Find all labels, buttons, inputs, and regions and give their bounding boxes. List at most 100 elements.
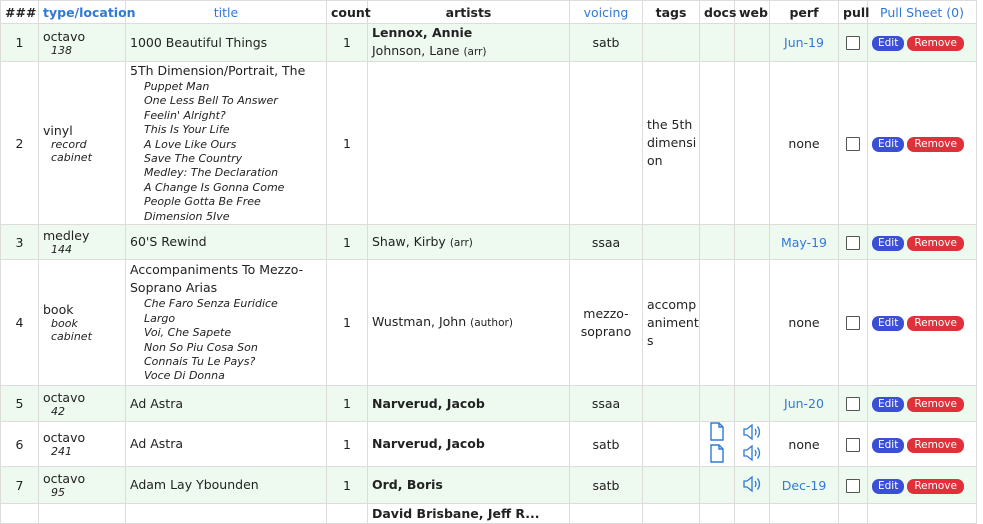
item-location: book cabinet <box>51 317 92 344</box>
count-cell: 1 <box>326 385 368 423</box>
remove-button[interactable]: Remove <box>907 316 964 332</box>
artist-name: Lennox, Annie <box>372 25 473 40</box>
artists-cell: Shaw, Kirby (arr) <box>367 224 570 261</box>
artist-line: Ord, Boris <box>372 476 565 494</box>
count-cell: 1 <box>326 421 368 468</box>
perf-value: none <box>788 135 820 151</box>
voicing-cell: satb <box>569 421 643 468</box>
item-title: 5Th Dimension/Portrait, The <box>130 63 306 78</box>
artists-cell: Ord, Boris <box>367 466 570 505</box>
perf-value: none <box>788 315 820 331</box>
remove-button[interactable]: Remove <box>907 478 964 494</box>
type-location-header[interactable]: type/location <box>38 0 136 24</box>
type-location-cell: vinyl record cabinet <box>38 60 126 226</box>
perf-value: none <box>788 436 820 452</box>
remove-button[interactable]: Remove <box>907 397 964 413</box>
pull-checkbox[interactable] <box>846 437 860 452</box>
title-cell: Ad Astra <box>125 385 327 423</box>
web-cell <box>734 385 770 423</box>
document-icon[interactable] <box>704 444 730 466</box>
web-cell <box>734 259 770 387</box>
artist-line: Johnson, Lane (arr) <box>372 42 565 61</box>
artist-name: David Brisbane, Jeff R... <box>372 505 540 521</box>
item-type: vinyl <box>43 122 73 138</box>
pull-checkbox[interactable] <box>846 316 860 331</box>
artist-line: Wustman, John (author) <box>372 313 565 332</box>
speaker-icon[interactable] <box>739 444 765 465</box>
document-icon[interactable] <box>704 422 730 444</box>
item-title: Adam Lay Ybounden <box>130 477 259 493</box>
web-cell <box>734 466 770 505</box>
pull-sheet-link[interactable]: Pull Sheet (0) <box>867 0 977 24</box>
edit-button[interactable]: Edit <box>872 136 905 152</box>
item-title: 1000 Beautiful Things <box>130 34 268 50</box>
perf-cell: none <box>769 60 839 226</box>
edit-button[interactable]: Edit <box>872 316 905 332</box>
tags-cell <box>642 421 700 468</box>
docs-cell <box>699 60 735 226</box>
item-location: 138 <box>51 43 72 57</box>
perf-cell[interactable]: Jun-20 <box>769 385 839 423</box>
web-header: web <box>734 0 770 24</box>
title-header[interactable]: title <box>125 0 327 24</box>
item-location: 241 <box>51 445 72 459</box>
remove-button[interactable]: Remove <box>907 235 964 251</box>
song-title: One Less Bell To Answer <box>144 94 278 108</box>
pull-cell <box>838 224 868 261</box>
song-title: A Love Like Ours <box>144 137 237 151</box>
voicing-header[interactable]: voicing <box>569 0 643 24</box>
remove-button[interactable]: Remove <box>907 136 964 152</box>
item-type: octavo <box>43 28 86 44</box>
edit-button[interactable]: Edit <box>872 478 905 494</box>
docs-cell <box>699 385 735 423</box>
title-cell: 1000 Beautiful Things <box>125 23 327 62</box>
song-title: Voce Di Donna <box>144 369 225 383</box>
pull-cell <box>838 421 868 468</box>
table-row: 3 medley 144 60'S Rewind 1 Shaw, Kirby (arr) s… <box>0 224 977 261</box>
voicing-cell <box>569 60 643 226</box>
perf-date-link[interactable]: Jun-20 <box>784 396 824 411</box>
remove-button[interactable]: Remove <box>907 437 964 453</box>
speaker-icon[interactable] <box>739 423 765 444</box>
perf-date-link[interactable]: May-19 <box>781 235 827 250</box>
actions-cell: Edit Remove <box>867 259 977 387</box>
actions-cell: Edit Remove <box>867 466 977 505</box>
tag-text: dimensi <box>647 135 697 151</box>
voicing-cell: ssaa <box>569 224 643 261</box>
remove-button[interactable]: Remove <box>907 36 964 51</box>
pull-checkbox[interactable] <box>846 478 860 493</box>
artist-line: Lennox, Annie <box>372 24 565 42</box>
tags-cell <box>642 23 700 62</box>
song-title: A Change Is Gonna Come <box>144 180 285 194</box>
pull-checkbox[interactable] <box>846 36 860 51</box>
perf-date-link[interactable]: Dec-19 <box>782 478 827 493</box>
speaker-icon[interactable] <box>739 475 765 496</box>
artists-cell: Lennox, Annie Johnson, Lane (arr) <box>367 23 570 62</box>
perf-cell[interactable]: Dec-19 <box>769 466 839 505</box>
artists-cell: Wustman, John (author) <box>367 259 570 387</box>
pull-checkbox[interactable] <box>846 235 860 250</box>
item-type: octavo <box>43 389 86 405</box>
edit-button[interactable]: Edit <box>872 397 905 413</box>
edit-button[interactable]: Edit <box>872 36 905 51</box>
pull-checkbox[interactable] <box>846 136 860 151</box>
perf-cell[interactable]: Jun-19 <box>769 23 839 62</box>
song-title: Puppet Man <box>144 80 210 93</box>
pull-cell <box>838 466 868 505</box>
perf-date-link[interactable]: Jun-19 <box>784 35 824 50</box>
perf-cell[interactable]: May-19 <box>769 224 839 261</box>
pull-cell <box>838 23 868 62</box>
count-cell: 1 <box>326 23 368 62</box>
pull-checkbox[interactable] <box>846 397 860 412</box>
tag-text: the 5th <box>647 117 693 133</box>
type-location-cell: octavo 42 <box>38 385 126 423</box>
item-type: octavo <box>43 471 86 487</box>
row-number: 4 <box>0 259 39 387</box>
item-type: book <box>43 302 74 318</box>
docs-header: docs <box>699 0 736 24</box>
edit-button[interactable]: Edit <box>872 235 905 251</box>
table-row: 5 octavo 42 Ad Astra 1 Narverud, Jacob ssaa Jun… <box>0 385 977 423</box>
edit-button[interactable]: Edit <box>872 437 905 453</box>
artist-name: Shaw, Kirby <box>372 233 446 249</box>
artist-name: Narverud, Jacob <box>372 395 485 411</box>
